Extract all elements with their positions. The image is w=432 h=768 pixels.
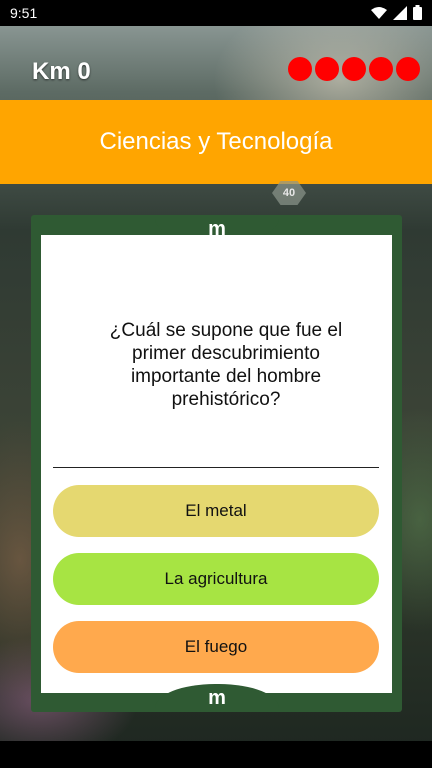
wifi-icon (371, 6, 387, 20)
status-bar: 9:51 (0, 0, 432, 26)
divider (53, 467, 379, 468)
life-dot-icon (315, 57, 339, 81)
question-card-body: ¿Cuál se supone que fue el primer descub… (41, 235, 392, 693)
life-dot-icon (396, 57, 420, 81)
life-dot-icon (342, 57, 366, 81)
status-time: 9:51 (10, 5, 38, 21)
life-dot-icon (288, 57, 312, 81)
lives-indicator (288, 57, 420, 81)
system-nav-bar (0, 741, 432, 768)
category-banner: Ciencias y Tecnología (0, 100, 432, 184)
answer-option-3[interactable]: El fuego (53, 621, 379, 673)
question-card: m ¿Cuál se supone que fue el primer desc… (31, 215, 402, 712)
category-title: Ciencias y Tecnología (99, 128, 333, 155)
question-text: ¿Cuál se supone que fue el primer descub… (109, 320, 343, 410)
battery-icon (413, 5, 422, 20)
answer-option-1[interactable]: El metal (53, 485, 379, 537)
status-icons (371, 5, 422, 20)
signal-icon (393, 5, 407, 20)
answer-option-2[interactable]: La agricultura (53, 553, 379, 605)
distance-counter: Km 0 (32, 58, 91, 85)
life-dot-icon (369, 57, 393, 81)
